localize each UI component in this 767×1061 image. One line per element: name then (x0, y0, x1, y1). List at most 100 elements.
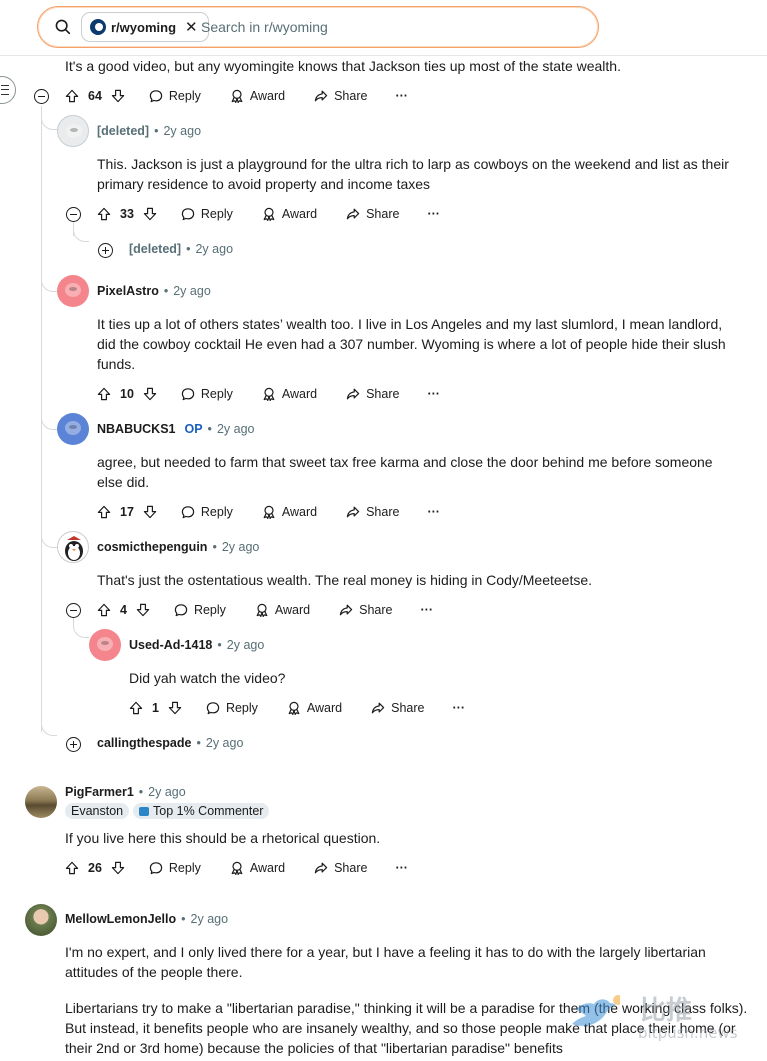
expand-icon[interactable] (66, 737, 81, 752)
author-name[interactable]: Used-Ad-1418 (129, 638, 212, 652)
award-icon (229, 860, 245, 876)
downvote-button[interactable] (110, 88, 126, 104)
share-button[interactable]: Share (370, 700, 425, 716)
award-button[interactable]: Award (261, 504, 317, 520)
author-name[interactable]: PixelAstro (97, 284, 159, 298)
collapse-icon[interactable] (34, 89, 49, 104)
comment-header: Used-Ad-1418 • 2y ago (129, 638, 264, 652)
upvote-button[interactable] (96, 386, 112, 402)
expand-icon[interactable] (98, 243, 113, 258)
downvote-button[interactable] (110, 860, 126, 876)
vote-count: 10 (120, 387, 134, 401)
timestamp[interactable]: 2y ago (148, 785, 186, 799)
timestamp[interactable]: 2y ago (222, 540, 260, 554)
avatar[interactable] (57, 275, 89, 307)
avatar[interactable] (25, 904, 57, 936)
upvote-button[interactable] (96, 206, 112, 222)
award-button[interactable]: Award (229, 860, 285, 876)
reply-icon (205, 700, 221, 716)
author-name[interactable]: MellowLemonJello (65, 912, 176, 926)
share-icon (338, 602, 354, 618)
downvote-button[interactable] (167, 700, 183, 716)
share-button[interactable]: Share (345, 206, 399, 222)
downvote-icon (142, 206, 158, 222)
upvote-button[interactable] (64, 88, 80, 104)
avatar[interactable] (57, 413, 89, 445)
comment-body: I'm no expert, and I only lived there fo… (65, 944, 706, 980)
downvote-button[interactable] (135, 602, 151, 618)
upvote-button[interactable] (96, 504, 112, 520)
collapse-icon[interactable] (66, 207, 81, 222)
upvote-button[interactable] (96, 602, 112, 618)
comment-actions: 33 Reply Award Share ··· (96, 204, 440, 224)
downvote-button[interactable] (142, 386, 158, 402)
sidebar-toggle-icon[interactable] (0, 76, 16, 104)
share-button[interactable]: Share (338, 602, 393, 618)
award-button[interactable]: Award (229, 88, 285, 104)
reply-button[interactable]: Reply (180, 386, 233, 402)
more-icon[interactable]: ··· (427, 207, 440, 221)
reply-icon (148, 860, 164, 876)
search-input[interactable] (201, 16, 581, 38)
comment-header: [deleted] • 2y ago (129, 242, 233, 256)
subreddit-icon (90, 19, 106, 35)
comment-actions: 17 Reply Award Share ··· (96, 502, 440, 522)
reply-button[interactable]: Reply (148, 88, 201, 104)
award-button[interactable]: Award (261, 386, 317, 402)
timestamp[interactable]: 2y ago (217, 422, 255, 436)
more-icon[interactable]: ··· (427, 387, 440, 401)
bird-icon (572, 995, 620, 1026)
thread-elbow (73, 618, 89, 638)
upvote-button[interactable] (128, 700, 144, 716)
avatar[interactable] (57, 531, 89, 563)
thread-elbow (41, 270, 57, 292)
timestamp[interactable]: 2y ago (163, 124, 201, 138)
downvote-button[interactable] (142, 206, 158, 222)
author-name[interactable]: NBABUCKS1 (97, 422, 175, 436)
separator-dot: • (163, 284, 169, 298)
avatar[interactable] (57, 115, 89, 147)
timestamp[interactable]: 2y ago (206, 736, 244, 750)
upvote-button[interactable] (64, 860, 80, 876)
reply-button[interactable]: Reply (180, 504, 233, 520)
author-name[interactable]: PigFarmer1 (65, 785, 134, 799)
timestamp[interactable]: 2y ago (195, 242, 233, 256)
collapse-icon[interactable] (66, 603, 81, 618)
reply-label: Reply (200, 207, 233, 221)
share-icon (345, 386, 361, 402)
author-name[interactable]: callingthespade (97, 736, 191, 750)
share-button[interactable]: Share (313, 860, 367, 876)
more-icon[interactable]: ··· (453, 701, 466, 715)
reply-icon (180, 206, 196, 222)
timestamp[interactable]: 2y ago (173, 284, 211, 298)
award-button[interactable]: Award (286, 700, 342, 716)
downvote-button[interactable] (142, 504, 158, 520)
vote-count: 64 (88, 89, 102, 103)
comment-actions: 64 Reply Award Share ··· (64, 86, 408, 106)
avatar[interactable] (25, 786, 57, 818)
subreddit-chip[interactable]: r/wyoming ✕ (81, 12, 209, 42)
award-label: Award (306, 701, 343, 715)
reply-button[interactable]: Reply (205, 700, 258, 716)
reply-button[interactable]: Reply (180, 206, 233, 222)
share-label: Share (366, 387, 400, 401)
award-button[interactable]: Award (261, 206, 317, 222)
more-icon[interactable]: ··· (421, 603, 434, 617)
timestamp[interactable]: 2y ago (191, 912, 229, 926)
more-icon[interactable]: ··· (395, 861, 408, 875)
avatar[interactable] (89, 629, 121, 661)
reply-button[interactable]: Reply (148, 860, 201, 876)
reply-button[interactable]: Reply (173, 602, 226, 618)
share-button[interactable]: Share (345, 504, 399, 520)
more-icon[interactable]: ··· (427, 505, 440, 519)
award-button[interactable]: Award (254, 602, 310, 618)
timestamp[interactable]: 2y ago (227, 638, 265, 652)
more-icon[interactable]: ··· (395, 89, 408, 103)
share-button[interactable]: Share (345, 386, 399, 402)
close-icon[interactable]: ✕ (185, 18, 198, 36)
share-button[interactable]: Share (313, 88, 367, 104)
award-icon (286, 700, 302, 716)
author-name[interactable]: cosmicthepenguin (97, 540, 207, 554)
comment-body: agree, but needed to farm that sweet tax… (97, 454, 713, 490)
search-bar[interactable]: r/wyoming ✕ (37, 6, 599, 48)
